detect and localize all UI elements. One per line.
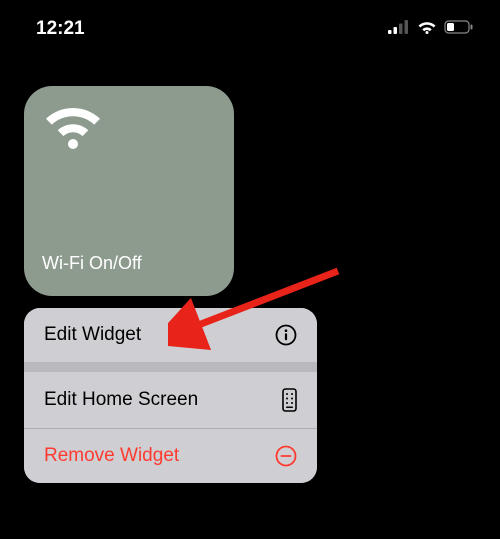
wifi-status-icon xyxy=(417,20,437,39)
edit-home-screen-item[interactable]: Edit Home Screen xyxy=(24,372,317,428)
remove-widget-item[interactable]: Remove Widget xyxy=(24,429,317,483)
status-icons xyxy=(388,20,474,39)
status-bar: 12:21 xyxy=(0,0,500,44)
menu-label: Remove Widget xyxy=(44,445,179,467)
widget-label: Wi-Fi On/Off xyxy=(42,253,216,278)
status-time: 12:21 xyxy=(36,18,85,40)
wifi-widget[interactable]: Wi-Fi On/Off xyxy=(24,86,234,296)
edit-widget-item[interactable]: Edit Widget xyxy=(24,308,317,362)
info-icon xyxy=(275,324,297,346)
menu-label: Edit Home Screen xyxy=(44,389,198,411)
remove-icon xyxy=(275,445,297,467)
cellular-icon xyxy=(388,20,410,39)
battery-icon xyxy=(444,20,474,39)
wifi-icon xyxy=(42,104,216,155)
menu-separator xyxy=(24,362,317,372)
menu-label: Edit Widget xyxy=(44,324,141,346)
widget-context-menu: Edit Widget Edit Home Screen xyxy=(24,308,317,483)
apps-grid-icon xyxy=(282,388,297,412)
